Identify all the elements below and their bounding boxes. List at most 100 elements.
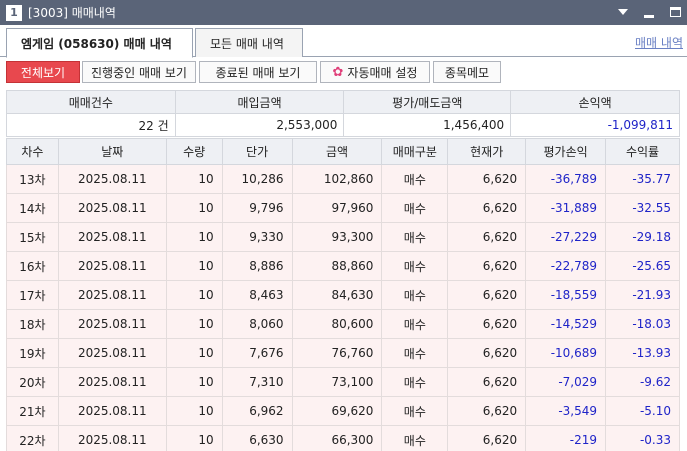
cell-unit-price: 8,060: [221, 309, 293, 339]
cell-round: 19차: [6, 338, 59, 368]
table-row[interactable]: 21차 2025.08.11 10 6,962 69,620 매수 6,620 -3,549-…: [6, 396, 680, 426]
filter-toolbar: 전체보기 진행중인 매매 보기 종료된 매매 보기 ✿ 자동매매 설정 종목메모: [0, 57, 687, 87]
stock-memo-button[interactable]: 종목메모: [433, 61, 501, 83]
minimize-icon[interactable]: [641, 4, 657, 20]
table-row[interactable]: 19차 2025.08.11 10 7,676 76,760 매수 6,620 -10,689…: [6, 338, 680, 368]
cell-date: 2025.08.11: [57, 193, 167, 223]
cell-amount: 102,860: [291, 164, 383, 194]
cell-trade-type: 매수: [381, 338, 449, 368]
cell-current-price: 6,620: [447, 193, 527, 223]
trade-count-value: 22 건: [6, 113, 176, 137]
column-header-current-price[interactable]: 현재가: [447, 138, 527, 165]
tab-all-trades[interactable]: 모든 매매 내역: [195, 28, 303, 57]
cell-eval-profit: -219: [525, 425, 607, 451]
cell-trade-type: 매수: [381, 425, 449, 451]
table-row[interactable]: 15차 2025.08.11 10 9,330 93,300 매수 6,620 -27,229…: [6, 222, 680, 252]
cell-round: 22차: [6, 425, 59, 451]
cell-round: 18차: [6, 309, 59, 339]
table-row[interactable]: 20차 2025.08.11 10 7,310 73,100 매수 6,620 -7,029-…: [6, 367, 680, 397]
cell-unit-price: 9,796: [221, 193, 293, 223]
cell-amount: 93,300: [291, 222, 383, 252]
summary-header: 매입금액: [174, 90, 345, 114]
cell-current-price: 6,620: [447, 309, 527, 339]
cell-date: 2025.08.11: [57, 280, 167, 310]
summary-table: 매매건수 매입금액 평가/매도금액 손익액 22 건 2,553,000 1,4…: [6, 90, 680, 137]
cell-amount: 88,860: [291, 251, 383, 281]
cell-amount: 97,960: [291, 193, 383, 223]
table-row[interactable]: 13차 2025.08.11 10 10,286 102,860 매수 6,620 -36,7…: [6, 164, 680, 194]
dropdown-icon[interactable]: [615, 4, 631, 20]
cell-round: 15차: [6, 222, 59, 252]
summary-header: 평가/매도금액: [343, 90, 512, 114]
window-titlebar: 1 [3003] 매매내역: [0, 0, 687, 25]
cell-round: 21차: [6, 396, 59, 426]
trade-history-link[interactable]: 매매 내역: [635, 34, 683, 51]
cell-eval-profit: -27,229: [525, 222, 607, 252]
tab-stock-trades[interactable]: 엠게임 (058630) 매매 내역: [6, 28, 193, 58]
table-row[interactable]: 14차 2025.08.11 10 9,796 97,960 매수 6,620 -31,889…: [6, 193, 680, 223]
cell-amount: 66,300: [291, 425, 383, 451]
cell-quantity: 10: [165, 309, 223, 339]
cell-trade-type: 매수: [381, 280, 449, 310]
column-header-date[interactable]: 날짜: [57, 138, 167, 165]
window-title: [3003] 매매내역: [28, 6, 116, 20]
cell-current-price: 6,620: [447, 251, 527, 281]
cell-date: 2025.08.11: [57, 309, 167, 339]
cell-unit-price: 6,962: [221, 396, 293, 426]
column-header-eval-profit[interactable]: 평가손익: [525, 138, 607, 165]
cell-eval-profit: -3,549: [525, 396, 607, 426]
column-header-return-rate[interactable]: 수익률: [605, 138, 680, 165]
cell-unit-price: 8,886: [221, 251, 293, 281]
cell-amount: 84,630: [291, 280, 383, 310]
cell-eval-profit: -22,789: [525, 251, 607, 281]
column-header-round[interactable]: 차수: [6, 138, 59, 165]
cell-date: 2025.08.11: [57, 396, 167, 426]
cell-current-price: 6,620: [447, 396, 527, 426]
column-header-quantity[interactable]: 수량: [165, 138, 223, 165]
cell-date: 2025.08.11: [57, 164, 167, 194]
cell-return-rate: -21.93: [605, 280, 680, 310]
cell-unit-price: 9,330: [221, 222, 293, 252]
view-in-progress-button[interactable]: 진행중인 매매 보기: [82, 61, 196, 83]
window-number-badge: 1: [6, 4, 22, 21]
cell-return-rate: -13.93: [605, 338, 680, 368]
cell-return-rate: -25.65: [605, 251, 680, 281]
cell-eval-profit: -7,029: [525, 367, 607, 397]
maximize-icon[interactable]: [667, 4, 683, 20]
cell-round: 14차: [6, 193, 59, 223]
cell-current-price: 6,620: [447, 425, 527, 451]
cell-quantity: 10: [165, 222, 223, 252]
cell-trade-type: 매수: [381, 309, 449, 339]
cell-quantity: 10: [165, 251, 223, 281]
table-row[interactable]: 17차 2025.08.11 10 8,463 84,630 매수 6,620 -18,559…: [6, 280, 680, 310]
cell-date: 2025.08.11: [57, 425, 167, 451]
cell-unit-price: 7,676: [221, 338, 293, 368]
cell-round: 20차: [6, 367, 59, 397]
cell-date: 2025.08.11: [57, 338, 167, 368]
cell-return-rate: -9.62: [605, 367, 680, 397]
column-header-trade-type[interactable]: 매매구분: [381, 138, 449, 165]
cell-current-price: 6,620: [447, 338, 527, 368]
summary-header: 손익액: [510, 90, 680, 114]
trade-detail-table: 차수 날짜 수량 단가 금액 매매구분 현재가 평가손익 수익률 13차 2025.08.11 10…: [6, 138, 680, 451]
cell-eval-profit: -14,529: [525, 309, 607, 339]
table-row[interactable]: 18차 2025.08.11 10 8,060 80,600 매수 6,620 -14,529…: [6, 309, 680, 339]
cell-current-price: 6,620: [447, 280, 527, 310]
cell-eval-profit: -31,889: [525, 193, 607, 223]
cell-current-price: 6,620: [447, 222, 527, 252]
cell-unit-price: 10,286: [221, 164, 293, 194]
cell-quantity: 10: [165, 193, 223, 223]
table-row[interactable]: 16차 2025.08.11 10 8,886 88,860 매수 6,620 -22,789…: [6, 251, 680, 281]
auto-trade-settings-button[interactable]: ✿ 자동매매 설정: [320, 61, 430, 83]
view-all-button[interactable]: 전체보기: [6, 61, 80, 83]
cell-current-price: 6,620: [447, 367, 527, 397]
cell-unit-price: 6,630: [221, 425, 293, 451]
column-header-amount[interactable]: 금액: [291, 138, 383, 165]
cell-trade-type: 매수: [381, 396, 449, 426]
column-header-unit-price[interactable]: 단가: [221, 138, 293, 165]
cell-trade-type: 매수: [381, 251, 449, 281]
view-closed-button[interactable]: 종료된 매매 보기: [199, 61, 317, 83]
summary-header: 매매건수: [6, 90, 176, 114]
cell-unit-price: 7,310: [221, 367, 293, 397]
table-row[interactable]: 22차 2025.08.11 10 6,630 66,300 매수 6,620 -219 -0.…: [6, 425, 680, 451]
